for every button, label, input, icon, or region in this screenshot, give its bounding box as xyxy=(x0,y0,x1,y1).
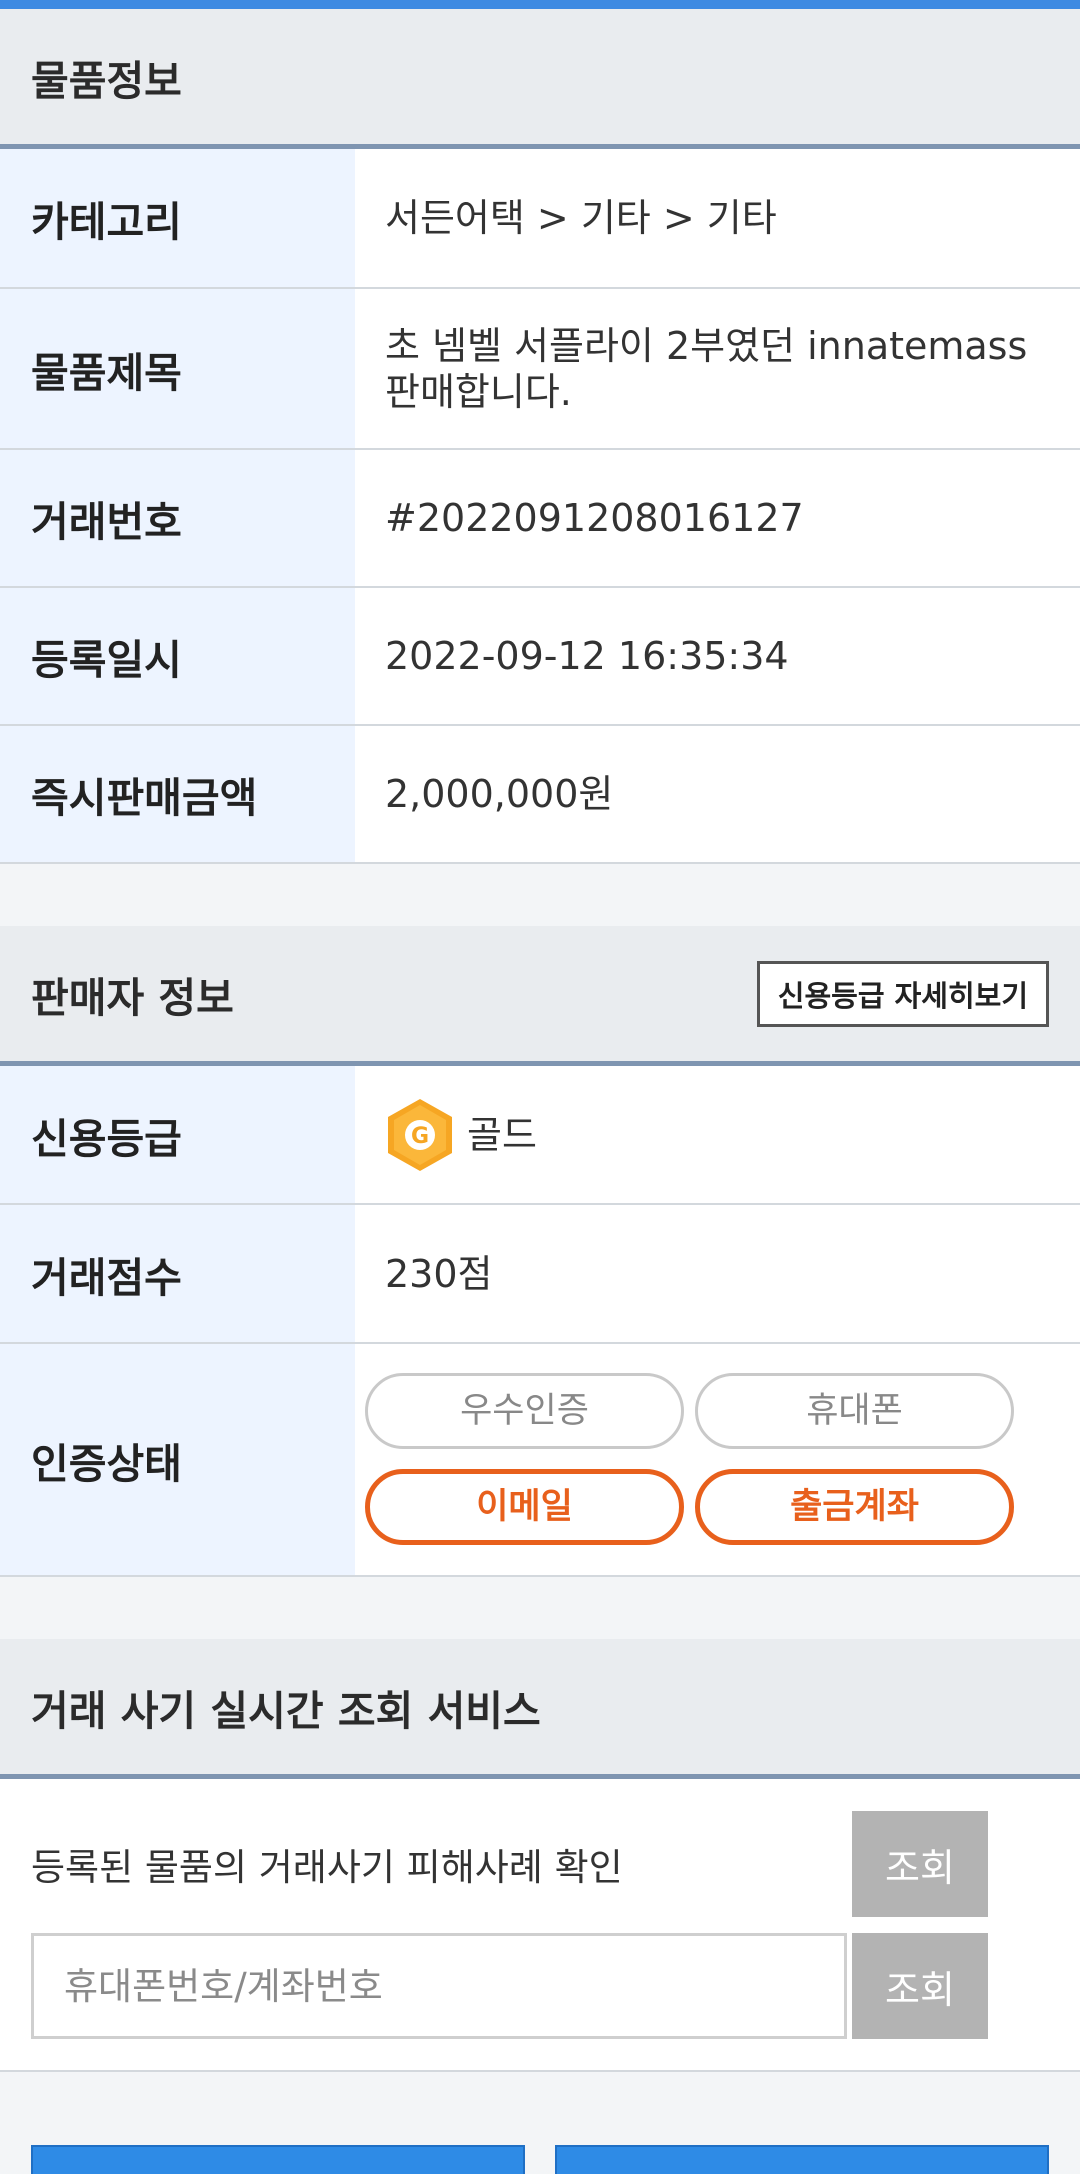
trade-score-value: 230점 xyxy=(355,1204,1080,1344)
auth-status-label: 인증상태 xyxy=(0,1343,355,1577)
auth-badge-phone: 휴대폰 xyxy=(695,1373,1014,1449)
credit-detail-button[interactable]: 신용등급 자세히보기 xyxy=(756,960,1049,1027)
phone-account-input[interactable] xyxy=(31,1933,847,2039)
trade-number-label: 거래번호 xyxy=(0,449,355,588)
auth-badges: 우수인증 휴대폰 이메일 출금계좌 xyxy=(355,1344,1080,1575)
price-value: 2,000,000원 xyxy=(355,725,1080,864)
grade-icon-letter: G xyxy=(411,1124,429,1149)
auth-badge-email: 이메일 xyxy=(365,1469,684,1545)
fraud-check-header: 거래 사기 실시간 조회 서비스 xyxy=(0,1639,1080,1779)
auth-badge-account: 출금계좌 xyxy=(695,1469,1014,1545)
table-row: 인증상태 우수인증 휴대폰 이메일 출금계좌 xyxy=(0,1343,1080,1577)
bottom-action-button-right[interactable] xyxy=(555,2145,1049,2174)
item-info-title: 물품정보 xyxy=(31,56,182,105)
item-title-value: 초 넴벨 서플라이 2부였던 innatemass 판매합니다. xyxy=(355,288,1080,450)
table-row: 거래점수 230점 xyxy=(0,1204,1080,1344)
fraud-item-row: 등록된 물품의 거래사기 피해사례 확인 조회 xyxy=(31,1811,1050,1917)
auth-status-cell: 우수인증 휴대폰 이메일 출금계좌 xyxy=(355,1343,1080,1577)
table-row: 카테고리 서든어택 > 기타 > 기타 xyxy=(0,149,1080,289)
seller-info-header: 판매자 정보 신용등급 자세히보기 xyxy=(0,926,1080,1066)
credit-grade-value: 골드 xyxy=(467,1112,537,1157)
category-value: 서든어택 > 기타 > 기타 xyxy=(355,149,1080,289)
registered-at-label: 등록일시 xyxy=(0,587,355,726)
item-title-label: 물품제목 xyxy=(0,288,355,450)
fraud-check-title: 거래 사기 실시간 조회 서비스 xyxy=(31,1686,541,1735)
table-row: 등록일시 2022-09-12 16:35:34 xyxy=(0,587,1080,726)
registered-at-value: 2022-09-12 16:35:34 xyxy=(355,587,1080,726)
credit-grade: G 골드 xyxy=(385,1097,1050,1173)
fraud-check-body: 등록된 물품의 거래사기 피해사례 확인 조회 조회 xyxy=(0,1779,1080,2072)
top-accent-bar xyxy=(0,0,1080,9)
category-label: 카테고리 xyxy=(0,149,355,289)
price-label: 즉시판매금액 xyxy=(0,725,355,864)
bottom-action-bar xyxy=(31,2145,1049,2174)
trade-score-label: 거래점수 xyxy=(0,1204,355,1344)
bottom-action-button-left[interactable] xyxy=(31,2145,525,2174)
table-row: 거래번호 #2022091208016127 xyxy=(0,449,1080,588)
credit-grade-label: 신용등급 xyxy=(0,1066,355,1205)
table-row: 즉시판매금액 2,000,000원 xyxy=(0,725,1080,864)
table-row: 물품제목 초 넴벨 서플라이 2부였던 innatemass 판매합니다. xyxy=(0,288,1080,450)
seller-info-title: 판매자 정보 xyxy=(31,973,234,1022)
fraud-input-row: 조회 xyxy=(31,1933,1050,2039)
gold-grade-icon: G xyxy=(388,1098,452,1171)
table-row: 신용등급 G 골드 xyxy=(0,1066,1080,1205)
item-query-button[interactable]: 조회 xyxy=(852,1811,988,1917)
item-info-header: 물품정보 xyxy=(0,9,1080,149)
trade-number-value: #2022091208016127 xyxy=(355,449,1080,588)
auth-badge-excellent: 우수인증 xyxy=(365,1373,684,1449)
credit-grade-cell: G 골드 xyxy=(355,1066,1080,1205)
item-fraud-check-text: 등록된 물품의 거래사기 피해사례 확인 xyxy=(31,1846,623,1889)
number-query-button[interactable]: 조회 xyxy=(852,1933,988,2039)
item-info-table: 카테고리 서든어택 > 기타 > 기타 물품제목 초 넴벨 서플라이 2부였던 … xyxy=(0,149,1080,864)
seller-info-table: 신용등급 G 골드 거래점수 230점 인증상태 우수인증 휴대폰 이메일 출금… xyxy=(0,1066,1080,1577)
